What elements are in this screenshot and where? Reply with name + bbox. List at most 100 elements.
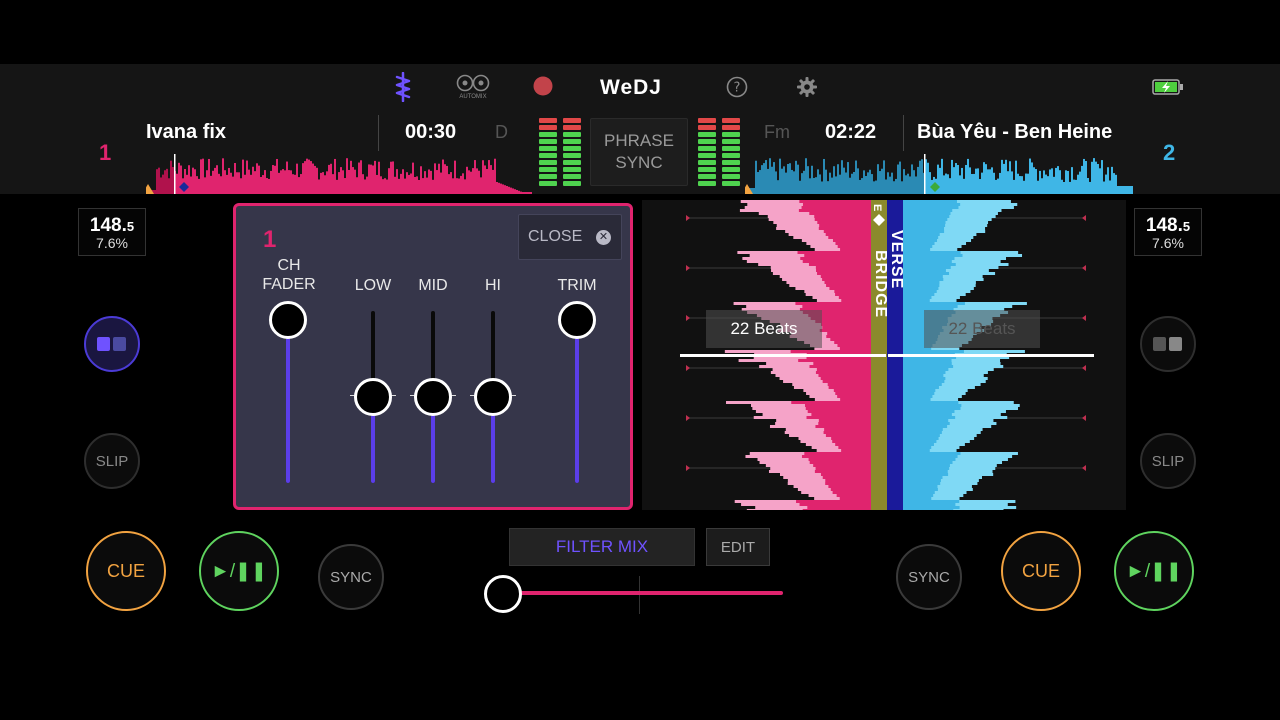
deck-1-sync-button[interactable]: SYNC — [318, 544, 384, 610]
crossfader-knob[interactable] — [484, 575, 522, 613]
edit-button[interactable]: EDIT — [706, 528, 770, 566]
deck-1-mixer-toggle-button[interactable] — [84, 316, 140, 372]
hi-eq-knob[interactable] — [474, 378, 512, 416]
meter-segment — [698, 139, 716, 144]
meter-segment — [698, 174, 716, 179]
deck-1-play-pause-button[interactable]: ►/❚❚ — [199, 531, 279, 611]
waveform-view-icon[interactable] — [388, 72, 418, 102]
overview-bar — [270, 170, 272, 194]
crossfader-track[interactable] — [503, 591, 783, 595]
deck-1-wave-core — [809, 212, 871, 215]
overview-bar — [973, 173, 975, 194]
overview-bar — [456, 178, 458, 194]
overview-bar — [917, 166, 919, 194]
help-icon[interactable]: ? — [726, 76, 748, 98]
low-eq-knob[interactable] — [354, 378, 392, 416]
deck-2-wave-core — [903, 200, 957, 203]
overview-bar — [428, 169, 430, 194]
record-icon[interactable] — [533, 76, 553, 96]
overview-bar — [432, 179, 434, 194]
overview-bar — [1025, 173, 1027, 194]
ch-fader-knob[interactable] — [269, 301, 307, 339]
deck-1-cue-button[interactable]: CUE — [86, 531, 166, 611]
meter-segment — [563, 167, 581, 172]
deck-2-slip-button[interactable]: SLIP — [1140, 433, 1196, 489]
overview-bar — [446, 165, 448, 194]
deck-1-wave-core — [820, 377, 871, 380]
deck-1-wave-core — [814, 215, 871, 218]
overview-bar — [154, 190, 156, 194]
settings-gear-icon[interactable] — [796, 76, 818, 98]
deck-1-wave-core — [802, 260, 871, 263]
overview-bar — [202, 158, 204, 194]
deck-2-wave-core — [903, 446, 932, 449]
trim-fill — [575, 320, 579, 483]
deck-1-track-title[interactable]: Ivana fix — [146, 121, 371, 144]
overview-bar — [971, 173, 973, 194]
overview-bar — [807, 166, 809, 194]
overview-bar — [378, 161, 380, 194]
overview-bar — [843, 167, 845, 194]
deck-2-wave-core — [903, 206, 959, 209]
overview-bar — [875, 180, 877, 194]
deck-1-bpm: 148. — [89, 215, 127, 236]
overview-bar — [879, 171, 881, 194]
deck-2-track-title[interactable]: Bùa Yêu - Ben Heine — [917, 121, 1132, 144]
overview-bar — [1109, 180, 1111, 194]
phrase-sync-button[interactable]: PHRASE SYNC — [590, 118, 688, 186]
deck-2-mixer-toggle-button[interactable] — [1140, 316, 1196, 372]
overview-bar — [929, 172, 931, 194]
ch-fader-fill — [286, 320, 290, 483]
overview-bar — [955, 163, 957, 194]
deck-2-wave-core — [903, 407, 961, 410]
deck-2-sync-button[interactable]: SYNC — [896, 544, 962, 610]
deck-1-wave-core — [815, 425, 871, 428]
overview-bar — [893, 181, 895, 194]
beat-marker — [1082, 465, 1086, 471]
overview-bar — [274, 165, 276, 194]
overview-bar — [414, 176, 416, 194]
overview-bar — [1121, 186, 1123, 194]
deck-1-wave-core — [828, 386, 871, 389]
mid-eq-knob[interactable] — [414, 378, 452, 416]
overview-bar — [1077, 174, 1079, 194]
overview-bar — [434, 163, 436, 194]
overview-bar — [753, 188, 755, 194]
deck-1-slip-button[interactable]: SLIP — [84, 433, 140, 489]
overview-bar — [230, 172, 232, 194]
overview-bar — [280, 170, 282, 194]
hi-eq-label: HI — [485, 277, 501, 294]
deck-2-wave-core — [903, 257, 955, 260]
overview-bar — [474, 160, 476, 194]
deck-2-wave-core — [903, 440, 937, 443]
trim-knob[interactable] — [558, 301, 596, 339]
deck-2-cue-button[interactable]: CUE — [1001, 531, 1081, 611]
dual-deck-zoom-waveform[interactable]: E BRIDGE VERSE 22 Beats 22 Beats — [642, 200, 1126, 510]
deck-2-play-pause-button[interactable]: ►/❚❚ — [1114, 531, 1194, 611]
overview-bar — [218, 173, 220, 194]
deck-2-overview-waveform[interactable] — [745, 154, 1133, 194]
filter-mix-button[interactable]: FILTER MIX — [509, 528, 695, 566]
automix-icon[interactable] — [456, 72, 490, 94]
deck-1-wave-core — [823, 431, 871, 434]
deck-2-number: 2 — [1163, 140, 1176, 165]
deck-1-wave-core — [835, 392, 871, 395]
overview-bar — [999, 172, 1001, 194]
deck-2-wave-core — [903, 398, 931, 401]
mixer-close-button[interactable]: CLOSE ✕ — [518, 214, 622, 260]
deck-1-bpm-display[interactable]: 148.5 7.6% — [78, 208, 146, 256]
overview-bar — [372, 165, 374, 194]
overview-bar — [825, 169, 827, 194]
overview-bar — [478, 170, 480, 194]
overview-bar — [1119, 186, 1121, 194]
overview-bar — [1017, 173, 1019, 194]
deck-1-overview-waveform[interactable] — [146, 154, 532, 194]
deck-1-wave-core — [821, 323, 871, 326]
overview-bar — [969, 167, 971, 194]
overview-bar — [486, 169, 488, 194]
deck-2-bpm-display[interactable]: 148.5 7.6% — [1134, 208, 1202, 256]
overview-bar — [995, 179, 997, 194]
overview-bar — [200, 159, 202, 194]
deck-1-wave-core — [838, 296, 871, 299]
overview-bar — [949, 178, 951, 194]
